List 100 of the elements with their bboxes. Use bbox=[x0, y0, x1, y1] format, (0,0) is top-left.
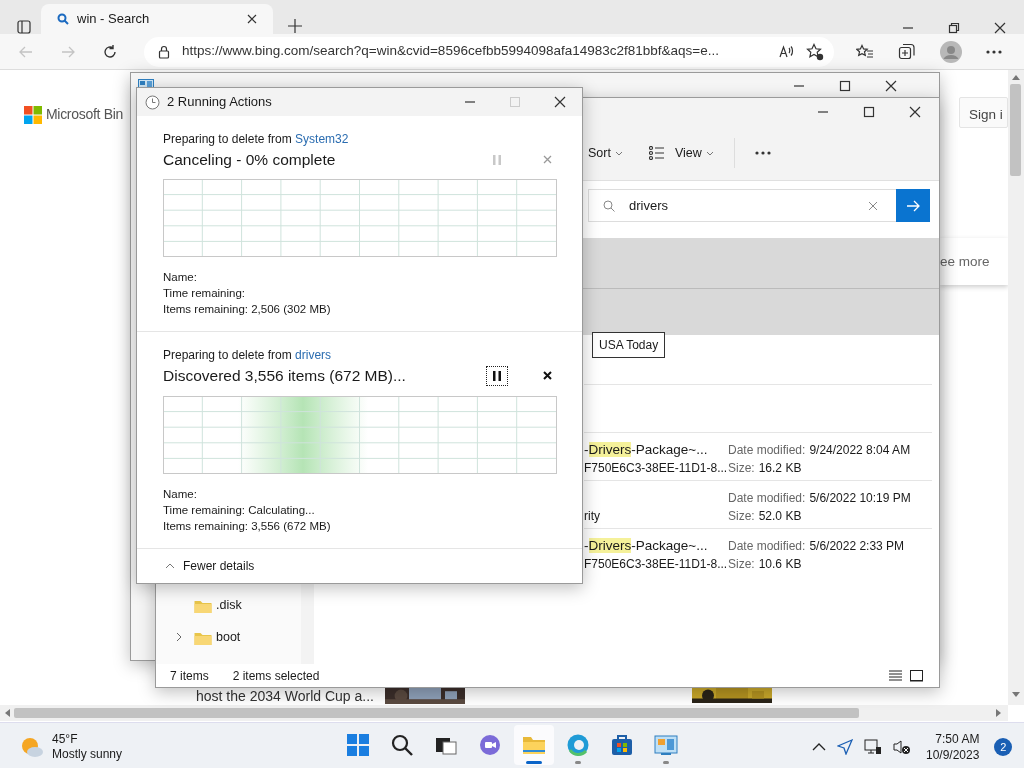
detail-text: Time remaining: Calculating... bbox=[163, 502, 316, 518]
nav-item[interactable]: boot bbox=[170, 621, 301, 653]
caret-icon bbox=[614, 150, 623, 156]
file-path: F750E6C3-38EE-11D1-8... bbox=[584, 556, 728, 573]
control-panel-icon bbox=[654, 733, 678, 757]
notification-badge[interactable]: 2 bbox=[994, 738, 1013, 756]
maximize-icon[interactable] bbox=[863, 106, 875, 118]
search-icon bbox=[390, 733, 414, 757]
date-value: 9/24/2022 8:04 AM bbox=[809, 443, 911, 457]
result-row[interactable]: -Drivers-Package~... F750E6C3-38EE-11D1-8... Date modified: 5/6/2022 2:33 PM Size: 10.6 KB bbox=[584, 528, 932, 576]
new-tab-icon[interactable] bbox=[287, 18, 303, 34]
network-icon[interactable] bbox=[864, 738, 882, 756]
size-value: 16.2 KB bbox=[758, 461, 802, 475]
operation-description: Preparing to delete from drivers bbox=[163, 347, 333, 365]
field-label: Date modified: bbox=[728, 539, 806, 553]
more-icon[interactable] bbox=[986, 49, 1002, 54]
scroll-right-icon[interactable] bbox=[996, 709, 1002, 717]
refresh-icon[interactable] bbox=[102, 43, 118, 60]
date-value: 5/6/2022 2:33 PM bbox=[809, 539, 905, 553]
result-row[interactable]: -Drivers-Package~... F750E6C3-38EE-11D1-8... Date modified: 9/24/2022 8:04 AM Size: 16.2 KB bbox=[584, 432, 932, 480]
close-icon[interactable] bbox=[909, 106, 921, 118]
file-path: rity bbox=[584, 508, 601, 525]
scroll-up-icon[interactable] bbox=[1012, 74, 1020, 80]
restore-icon[interactable] bbox=[948, 22, 960, 34]
window-title: 2 Running Actions bbox=[167, 93, 273, 112]
tooltip: USA Today bbox=[592, 332, 666, 358]
clock-date[interactable]: 10/9/2023 bbox=[926, 747, 980, 763]
weather-text: Mostly sunny bbox=[52, 747, 123, 762]
star-plus-icon[interactable] bbox=[806, 42, 824, 61]
clear-icon[interactable] bbox=[868, 200, 878, 211]
pause-icon bbox=[493, 370, 501, 381]
detail-text: Name: bbox=[163, 486, 198, 502]
temperature-text: 45°F bbox=[52, 732, 79, 747]
close-icon[interactable] bbox=[885, 80, 897, 92]
address-bar[interactable]: https://www.bing.com/search?q=win&cvid=8596cefbb5994098afa14983c2f81bbf&aqs=e... bbox=[144, 36, 834, 67]
field-label: Date modified: bbox=[728, 443, 806, 457]
nav-item[interactable]: .disk bbox=[170, 589, 301, 621]
size-value: 52.0 KB bbox=[758, 509, 802, 523]
sort-button[interactable]: Sort bbox=[588, 143, 623, 163]
caret-icon bbox=[705, 150, 714, 156]
sign-in-button[interactable]: Sign i bbox=[959, 97, 1008, 128]
lock-icon bbox=[158, 44, 170, 59]
status-text: Canceling - 0% complete bbox=[163, 150, 337, 170]
close-icon[interactable] bbox=[554, 96, 566, 108]
scroll-thumb[interactable] bbox=[14, 708, 859, 718]
collections-icon[interactable] bbox=[898, 42, 916, 61]
status-text: 7 items bbox=[170, 667, 209, 685]
maximize-icon[interactable] bbox=[839, 80, 851, 92]
status-text: 2 items selected bbox=[232, 667, 320, 685]
scroll-down-icon[interactable] bbox=[1012, 692, 1020, 698]
folder-link[interactable]: drivers bbox=[295, 348, 332, 363]
details-view-icon[interactable] bbox=[889, 669, 902, 682]
volume-muted-icon[interactable] bbox=[893, 739, 911, 755]
chat-icon bbox=[478, 733, 502, 757]
horizontal-scrollbar[interactable] bbox=[0, 705, 1008, 721]
status-text: Discovered 3,556 items (672 MB)... bbox=[163, 366, 407, 387]
view-button[interactable]: View bbox=[648, 143, 714, 163]
vertical-scrollbar[interactable] bbox=[1008, 70, 1024, 705]
favorites-icon[interactable] bbox=[856, 43, 874, 60]
tab-actions-icon[interactable] bbox=[17, 20, 31, 34]
scroll-left-icon[interactable] bbox=[4, 709, 10, 717]
scroll-thumb[interactable] bbox=[1010, 84, 1021, 176]
chevron-up-icon[interactable] bbox=[812, 743, 826, 751]
chevron-right-icon[interactable] bbox=[174, 632, 184, 642]
headline-text[interactable]: host the 2034 World Cup a... bbox=[196, 688, 374, 704]
browser-tab[interactable]: win - Search bbox=[41, 4, 273, 34]
detail-text: Items remaining: 3,556 (672 MB) bbox=[163, 518, 332, 534]
read-aloud-icon[interactable] bbox=[778, 43, 794, 60]
clock-icon bbox=[145, 94, 160, 110]
detail-text: Name: bbox=[163, 270, 198, 286]
list-icon bbox=[648, 146, 665, 160]
folder-link[interactable]: System32 bbox=[295, 132, 349, 146]
weather-icon bbox=[20, 736, 44, 758]
see-more-link[interactable]: ee more bbox=[940, 252, 990, 273]
search-icon bbox=[57, 13, 69, 25]
cancel-icon[interactable] bbox=[543, 371, 552, 381]
search-go-button[interactable] bbox=[896, 189, 930, 222]
field-label: Date modified: bbox=[728, 491, 806, 505]
maximize-icon bbox=[509, 96, 521, 108]
pause-button[interactable] bbox=[487, 366, 507, 385]
pause-icon bbox=[493, 154, 501, 165]
tiles-view-icon[interactable] bbox=[910, 669, 923, 682]
close-icon[interactable] bbox=[994, 22, 1006, 34]
file-path: F750E6C3-38EE-11D1-8... bbox=[584, 460, 728, 477]
location-icon[interactable] bbox=[837, 739, 853, 755]
field-label: Size: bbox=[728, 461, 755, 475]
fewer-details-button[interactable]: Fewer details bbox=[165, 556, 255, 575]
browser-icon bbox=[566, 733, 590, 757]
more-icon[interactable] bbox=[754, 151, 771, 155]
chevron-up-icon bbox=[165, 562, 175, 569]
field-label: Size: bbox=[728, 509, 755, 523]
field-label: Size: bbox=[728, 557, 755, 571]
close-icon[interactable] bbox=[247, 14, 257, 24]
result-row[interactable]: rity Date modified: 5/6/2022 10:19 PM Size: 52.0 KB bbox=[584, 480, 932, 528]
file-name: -Drivers-Package~... bbox=[584, 441, 709, 459]
search-field[interactable]: drivers bbox=[588, 189, 930, 222]
profile-icon[interactable] bbox=[940, 40, 962, 63]
clock-time[interactable]: 7:50 AM bbox=[926, 731, 980, 747]
size-value: 10.6 KB bbox=[758, 557, 802, 571]
tab-title: win - Search bbox=[77, 10, 151, 29]
